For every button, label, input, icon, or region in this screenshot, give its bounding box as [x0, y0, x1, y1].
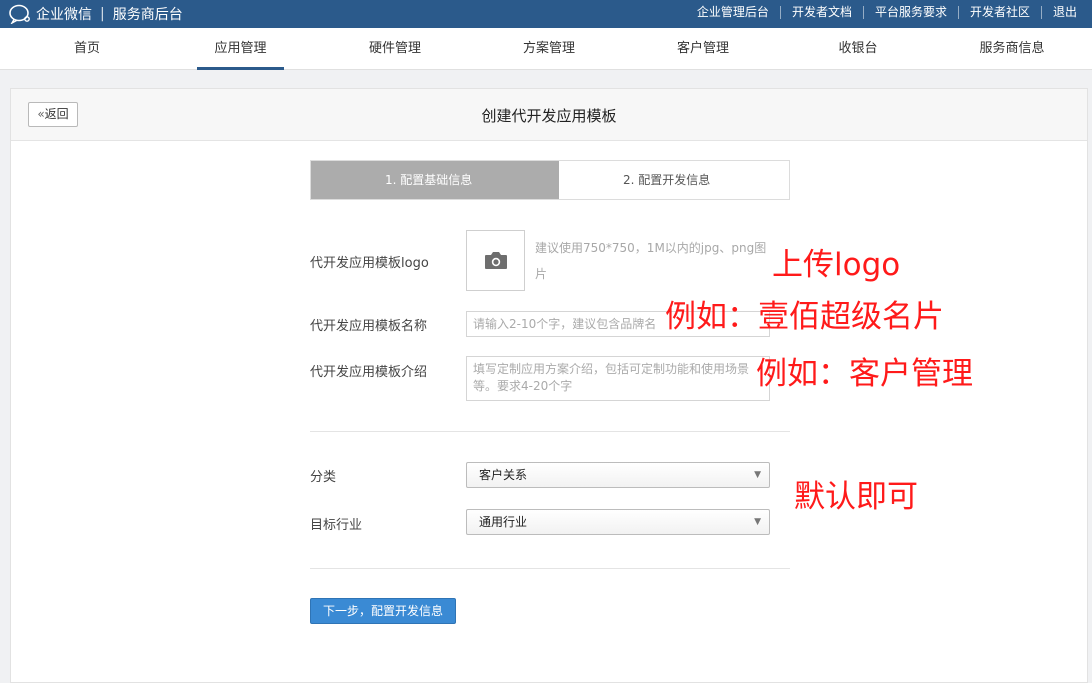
- category-value: 客户关系: [479, 468, 528, 482]
- step-2: 2. 配置开发信息: [623, 173, 711, 187]
- link-developer-docs[interactable]: 开发者文档: [779, 6, 863, 19]
- link-developer-community[interactable]: 开发者社区: [957, 6, 1041, 19]
- top-links: 企业管理后台 开发者文档 平台服务要求 开发者社区 退出: [686, 6, 1088, 19]
- main-nav: 首页 应用管理 硬件管理 方案管理 客户管理 收银台 服务商信息: [0, 28, 1092, 70]
- category-select[interactable]: 客户关系 ▼: [466, 462, 770, 488]
- logo-label: 代开发应用模板logo: [310, 256, 429, 271]
- annotation-defaults: 默认即可: [794, 479, 918, 515]
- brand-name: 企业微信: [36, 7, 92, 23]
- brand[interactable]: 企业微信 | 服务商后台: [8, 4, 183, 24]
- industry-value: 通用行业: [479, 515, 528, 529]
- brand-subtitle: 服务商后台: [112, 7, 183, 23]
- page-title: 创建代开发应用模板: [481, 107, 617, 125]
- section-divider: [310, 431, 790, 432]
- nav-item-solution-management[interactable]: 方案管理: [509, 28, 589, 70]
- caret-down-icon: ▼: [754, 517, 761, 527]
- nav-item-provider-info[interactable]: 服务商信息: [967, 28, 1057, 70]
- step-arrow-shape: [541, 161, 559, 199]
- camera-icon: [485, 252, 507, 269]
- top-bar: 企业微信 | 服务商后台 企业管理后台 开发者文档 平台服务要求 开发者社区 退…: [0, 0, 1092, 28]
- nav-item-hardware-management[interactable]: 硬件管理: [355, 28, 435, 70]
- annotation-name-example: 例如：壹佰超级名片: [665, 299, 944, 335]
- step-indicator: 1. 配置基础信息 2. 配置开发信息: [310, 160, 790, 200]
- nav-item-customer-management[interactable]: 客户管理: [663, 28, 743, 70]
- template-intro-textarea[interactable]: 填写定制应用方案介绍，包括可定制功能和使用场景等。要求4-20个字: [466, 356, 770, 401]
- link-logout[interactable]: 退出: [1040, 6, 1088, 19]
- template-name-label: 代开发应用模板名称: [310, 319, 428, 334]
- industry-label: 目标行业: [310, 518, 363, 533]
- nav-item-app-management[interactable]: 应用管理: [197, 28, 284, 70]
- annotation-intro-example: 例如：客户管理: [756, 356, 973, 392]
- caret-down-icon: ▼: [754, 470, 761, 480]
- chat-bubble-icon: [9, 4, 30, 24]
- panel-header: «返回 创建代开发应用模板: [11, 89, 1087, 141]
- nav-item-home[interactable]: 首页: [52, 28, 122, 70]
- next-step-button[interactable]: 下一步，配置开发信息: [310, 598, 456, 624]
- section-divider: [310, 568, 790, 569]
- logo-hint: 建议使用750*750，1M以内的jpg、png图片: [535, 241, 767, 281]
- industry-select[interactable]: 通用行业 ▼: [466, 509, 770, 535]
- logo-upload-box[interactable]: [466, 230, 525, 291]
- annotation-upload-logo: 上传logo: [772, 247, 901, 283]
- link-platform-requirements[interactable]: 平台服务要求: [862, 6, 958, 19]
- nav-item-cashier[interactable]: 收银台: [823, 28, 893, 70]
- link-enterprise-admin[interactable]: 企业管理后台: [686, 6, 780, 19]
- brand-separator: |: [100, 6, 105, 22]
- category-label: 分类: [310, 470, 337, 485]
- step-1-active: 1. 配置基础信息: [311, 161, 559, 199]
- template-intro-label: 代开发应用模板介绍: [310, 365, 428, 380]
